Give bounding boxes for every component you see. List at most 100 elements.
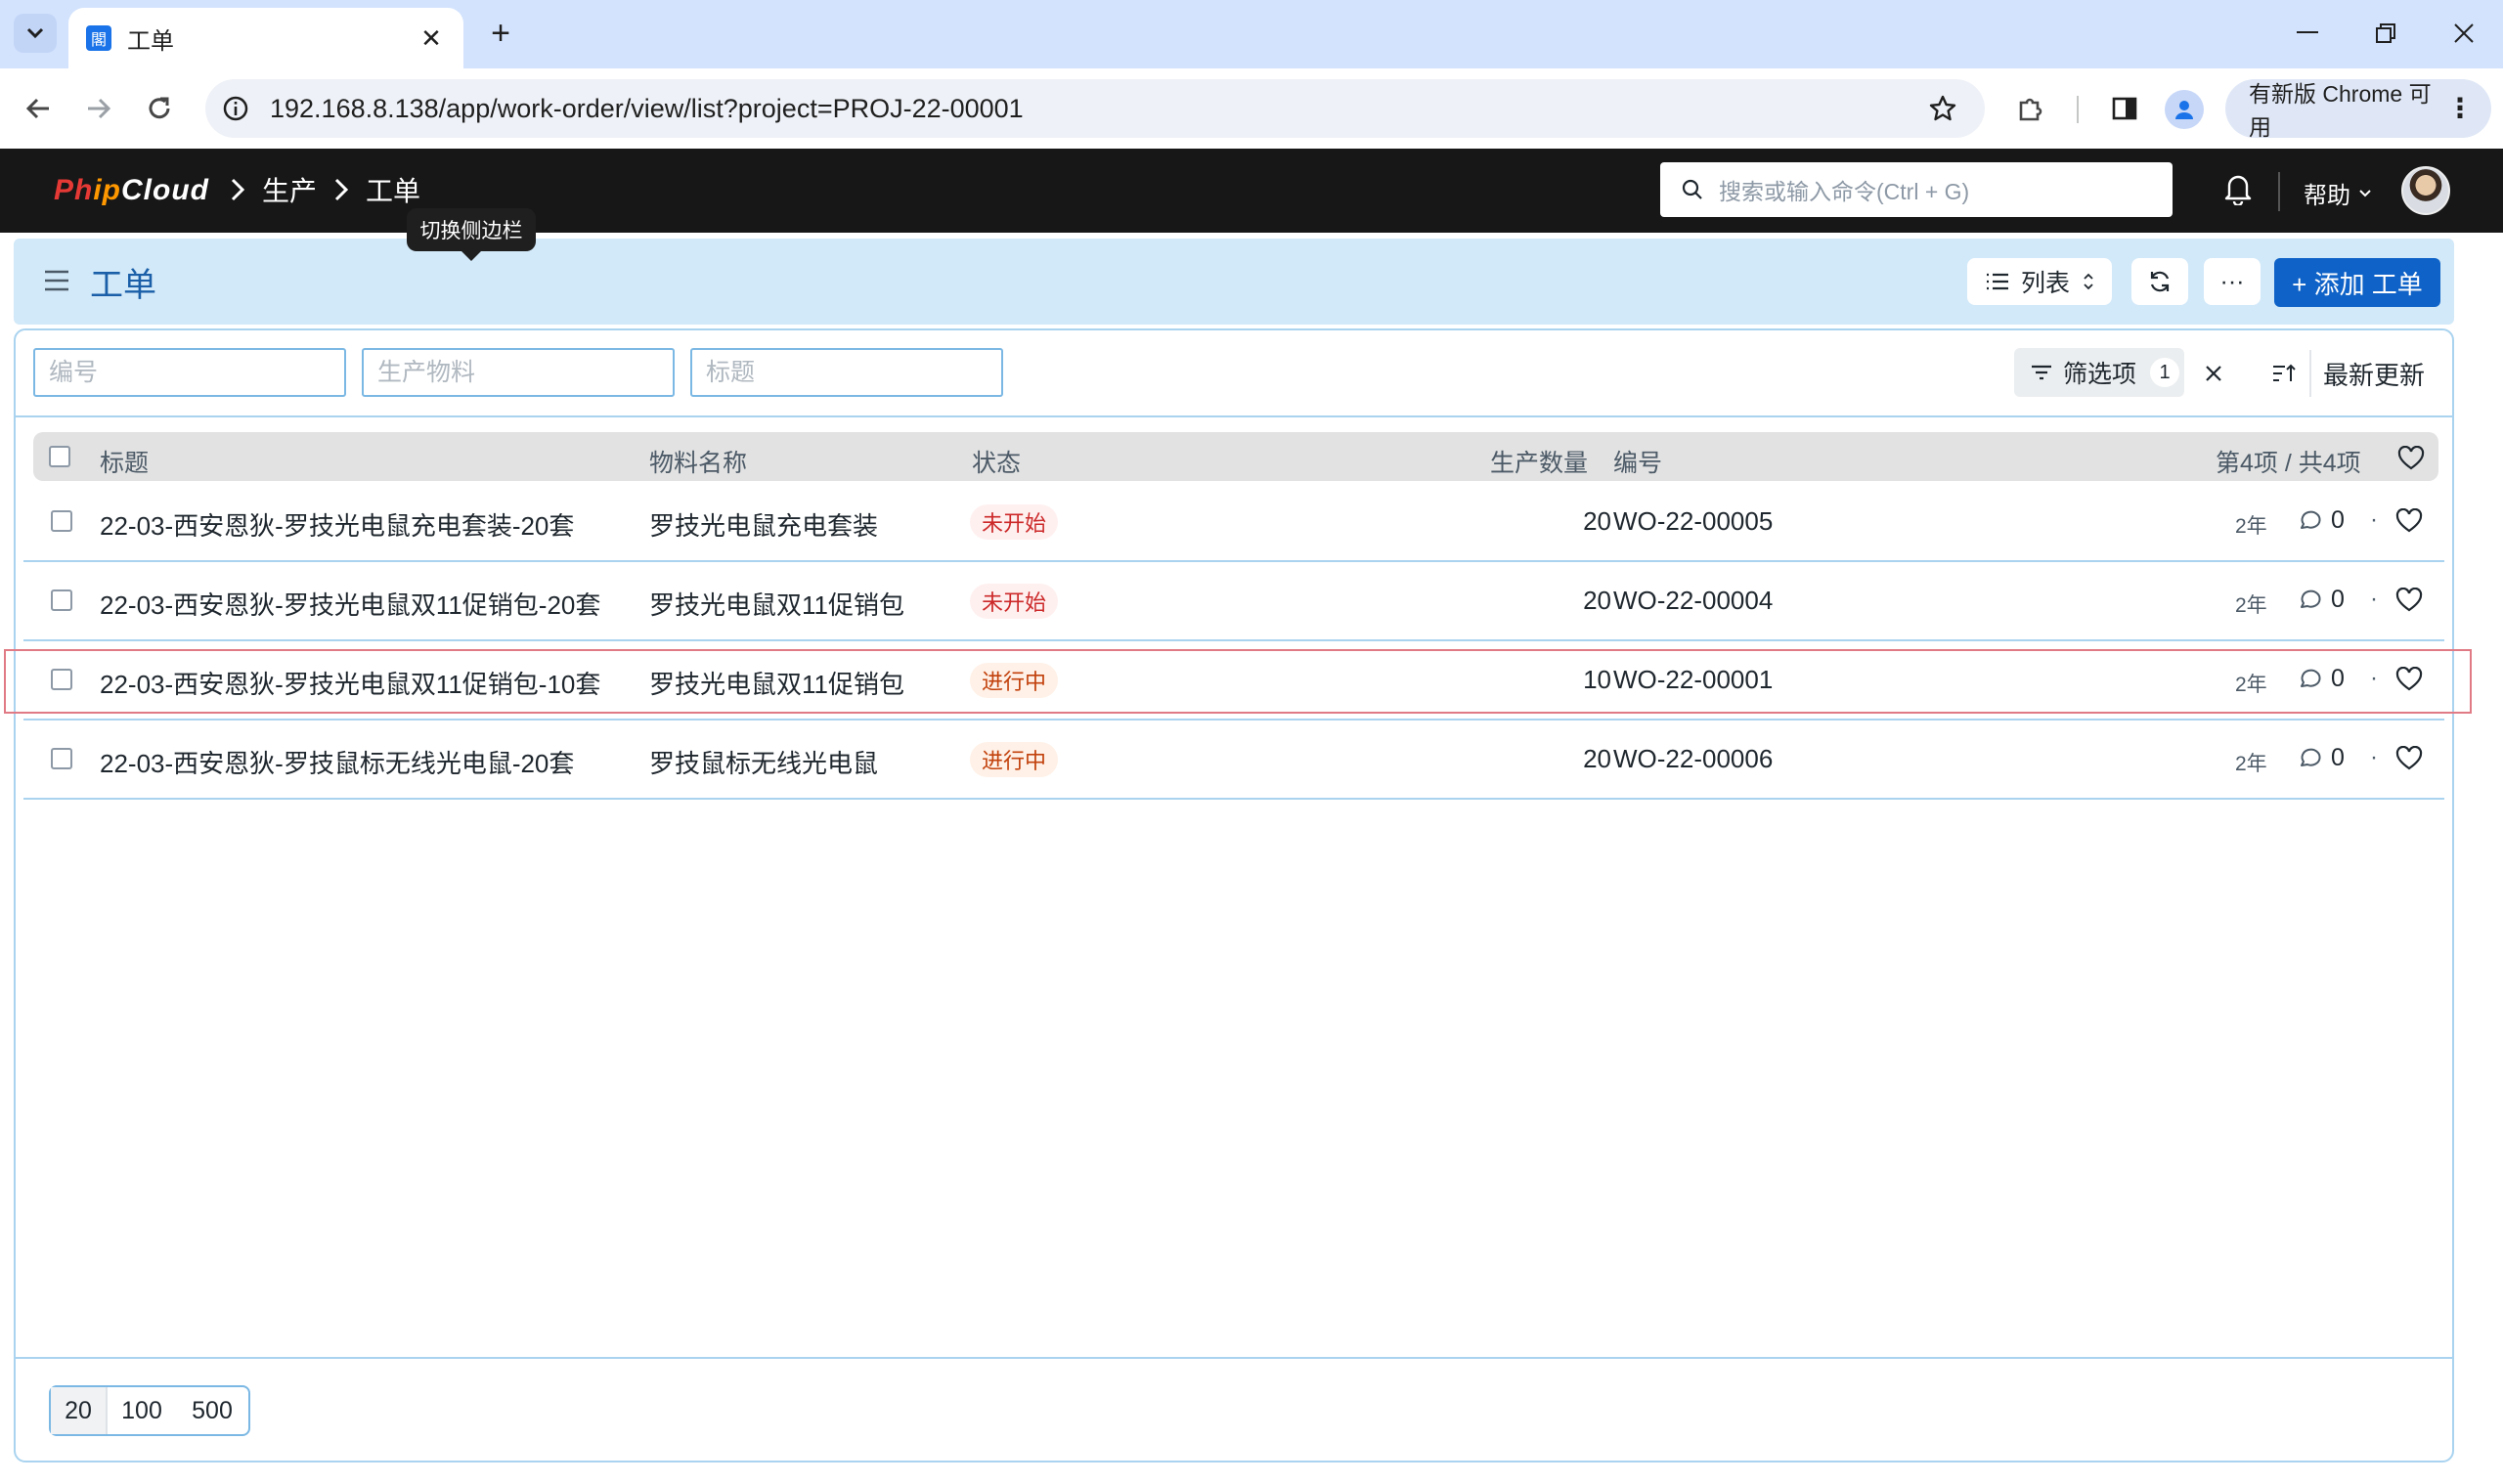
filter-id-input[interactable] — [33, 348, 346, 397]
view-switcher-label: 列表 — [2020, 270, 2070, 297]
app-navbar: PhipCloud 生产 工单 搜索或输入命令(Ctrl + G) 帮助 — [0, 149, 2503, 233]
header-like-icon[interactable] — [2397, 445, 2425, 478]
restore-icon — [2376, 23, 2395, 43]
bookmark-star-icon[interactable] — [1918, 94, 1967, 123]
row-comments[interactable]: 0 — [2298, 506, 2345, 535]
view-switcher-button[interactable]: 列表 — [1967, 258, 2112, 305]
side-panel-button[interactable] — [2102, 86, 2147, 131]
minimize-button[interactable] — [2278, 12, 2337, 55]
row-checkbox[interactable] — [51, 510, 72, 532]
row-checkbox[interactable] — [51, 589, 72, 611]
app-logo[interactable]: PhipCloud — [54, 174, 209, 207]
row-dot-separator: · — [2370, 744, 2378, 770]
page-length-selector: 20 100 500 — [49, 1385, 250, 1436]
sidebar-toggle-icon[interactable] — [43, 268, 70, 298]
profile-icon[interactable] — [2165, 90, 2204, 129]
breadcrumb: 生产 工单 — [213, 170, 420, 209]
page-size-100[interactable]: 100 — [108, 1387, 176, 1434]
help-label: 帮助 — [2304, 183, 2350, 209]
page-size-20[interactable]: 20 — [51, 1387, 108, 1434]
breadcrumb-work-order[interactable]: 工单 — [366, 170, 420, 209]
browser-toolbar: 192.168.8.138/app/work-order/view/list?p… — [0, 68, 2503, 149]
row-item-name: 罗技光电鼠双11促销包 — [649, 590, 904, 620]
help-dropdown[interactable]: 帮助 — [2304, 176, 2372, 210]
row-title[interactable]: 22-03-西安恩狄-罗技鼠标无线光电鼠-20套 — [100, 744, 574, 780]
row-title[interactable]: 22-03-西安恩狄-罗技光电鼠充电套装-20套 — [100, 506, 574, 543]
row-checkbox[interactable] — [51, 748, 72, 769]
more-actions-label: ··· — [2219, 267, 2245, 295]
puzzle-icon — [2019, 98, 2042, 121]
header-title[interactable]: 标题 — [100, 444, 149, 479]
browser-tab[interactable]: 閣 工单 ✕ — [68, 8, 463, 68]
filter-separator — [16, 415, 2452, 417]
row-item-name: 罗技光电鼠充电套装 — [649, 511, 879, 541]
filter-item-input[interactable] — [362, 348, 675, 397]
comment-count: 0 — [2331, 506, 2345, 534]
chrome-update-label: 有新版 Chrome 可用 — [2249, 81, 2432, 140]
sort-order-icon[interactable] — [2264, 354, 2304, 393]
filter-title-input[interactable] — [690, 348, 1003, 397]
refresh-button[interactable] — [2131, 258, 2188, 305]
chevron-right-icon — [231, 178, 244, 201]
comment-count: 0 — [2331, 665, 2345, 692]
user-avatar[interactable] — [2401, 166, 2450, 215]
more-actions-button[interactable]: ··· — [2204, 258, 2261, 305]
select-all-checkbox[interactable] — [49, 446, 70, 467]
table-row[interactable]: 22-03-西安恩狄-罗技光电鼠双11促销包-20套 罗技光电鼠双11促销包 未开始… — [23, 562, 2444, 641]
breadcrumb-production[interactable]: 生产 — [262, 170, 317, 209]
like-heart-icon[interactable] — [2395, 745, 2423, 776]
comment-icon — [2301, 510, 2321, 529]
reload-button[interactable] — [137, 86, 182, 131]
forward-button[interactable] — [76, 86, 121, 131]
row-comments[interactable]: 0 — [2298, 665, 2345, 693]
row-comments[interactable]: 0 — [2298, 586, 2345, 614]
page-size-500[interactable]: 500 — [176, 1387, 248, 1434]
like-heart-icon[interactable] — [2395, 507, 2423, 539]
row-id: WO-22-00001 — [1613, 665, 1774, 694]
restore-button[interactable] — [2356, 12, 2415, 55]
header-id[interactable]: 编号 — [1613, 444, 1662, 479]
header-status[interactable]: 状态 — [972, 444, 1021, 479]
new-tab-button[interactable]: + — [481, 14, 520, 53]
tab-search-button[interactable] — [14, 14, 57, 53]
extensions-button[interactable] — [2008, 86, 2053, 131]
add-work-order-button[interactable]: + 添加 工单 — [2274, 258, 2440, 307]
filter-count-badge: 1 — [2150, 358, 2180, 387]
clear-filter-icon[interactable] — [2194, 354, 2233, 393]
close-window-button[interactable] — [2435, 12, 2493, 55]
chrome-update-button[interactable]: 有新版 Chrome 可用 ⋮ — [2225, 79, 2491, 140]
status-badge: 未开始 — [970, 504, 1059, 540]
like-heart-icon[interactable] — [2395, 666, 2423, 697]
address-bar[interactable]: 192.168.8.138/app/work-order/view/list?p… — [205, 79, 1985, 138]
awesome-bar-search[interactable]: 搜索或输入命令(Ctrl + G) — [1660, 162, 2173, 217]
arrow-right-icon — [88, 98, 111, 119]
table-row[interactable]: 22-03-西安恩狄-罗技鼠标无线光电鼠-20套 罗技鼠标无线光电鼠 进行中 20 WO… — [23, 720, 2444, 800]
row-comments[interactable]: 0 — [2298, 744, 2345, 772]
tab-close-icon[interactable]: ✕ — [417, 23, 446, 54]
list-icon — [1986, 273, 2008, 290]
header-qty[interactable]: 生产数量 — [1490, 444, 1588, 479]
row-dot-separator: · — [2370, 506, 2378, 533]
header-count: 第4项 / 共4项 — [2216, 450, 2361, 477]
row-dot-separator: · — [2370, 586, 2378, 612]
url-text[interactable]: 192.168.8.138/app/work-order/view/list?p… — [270, 94, 1918, 124]
row-dot-separator: · — [2370, 665, 2378, 691]
footer-separator — [16, 1357, 2452, 1359]
row-title[interactable]: 22-03-西安恩狄-罗技光电鼠双11促销包-10套 — [100, 665, 600, 701]
table-row[interactable]: 22-03-西安恩狄-罗技光电鼠充电套装-20套 罗技光电鼠充电套装 未开始 20 WO… — [23, 483, 2444, 562]
row-qty: 10 — [1583, 665, 1611, 694]
notification-bell-icon[interactable] — [2223, 172, 2253, 210]
row-item-name: 罗技光电鼠双11促销包 — [649, 670, 904, 699]
table-row[interactable]: 22-03-西安恩狄-罗技光电鼠双11促销包-10套 罗技光电鼠双11促销包 进行中… — [23, 641, 2444, 720]
row-title[interactable]: 22-03-西安恩狄-罗技光电鼠双11促销包-20套 — [100, 586, 600, 622]
header-item-name[interactable]: 物料名称 — [649, 444, 747, 479]
like-heart-icon[interactable] — [2395, 587, 2423, 618]
kebab-menu-icon[interactable]: ⋮ — [2446, 95, 2474, 122]
back-button[interactable] — [16, 86, 61, 131]
row-checkbox[interactable] — [51, 669, 72, 690]
site-info-icon[interactable] — [219, 92, 252, 125]
filter-button[interactable]: 筛选项 1 — [2014, 348, 2184, 397]
comment-icon — [2301, 748, 2321, 766]
comment-count: 0 — [2331, 744, 2345, 771]
sort-field-button[interactable]: 最新更新 — [2323, 356, 2425, 392]
